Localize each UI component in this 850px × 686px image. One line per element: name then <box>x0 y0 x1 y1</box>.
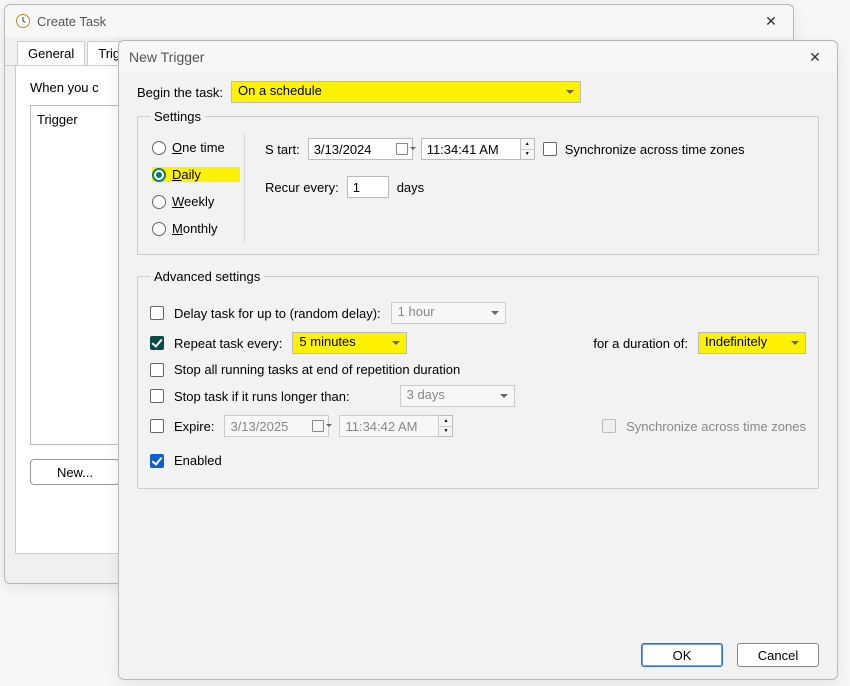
expire-checkbox[interactable] <box>150 419 164 433</box>
clock-icon <box>15 13 31 29</box>
settings-legend: Settings <box>150 109 205 124</box>
radio-icon <box>152 168 166 182</box>
for-duration-value: Indefinitely <box>705 334 767 349</box>
delay-value: 1 hour <box>398 304 435 319</box>
recur-every-input[interactable]: 1 <box>347 176 389 198</box>
advanced-settings-legend: Advanced settings <box>150 269 264 284</box>
begin-task-select[interactable]: On a schedule <box>231 81 581 103</box>
calendar-icon <box>396 143 408 155</box>
radio-icon <box>152 141 166 155</box>
time-spinner[interactable]: ▲▼ <box>521 138 535 160</box>
repeat-every-select[interactable]: 5 minutes <box>292 332 407 354</box>
repeat-checkbox[interactable] <box>150 336 164 350</box>
start-date-input[interactable]: 3/13/2024 <box>308 138 413 160</box>
expire-time-input[interactable]: 11:34:42 AM <box>339 415 439 437</box>
start-time-input[interactable]: 11:34:41 AM <box>421 138 521 160</box>
tab-general[interactable]: General <box>17 41 85 65</box>
new-trigger-window: New Trigger ✕ Begin the task: On a sched… <box>118 40 838 680</box>
enabled-checkbox[interactable] <box>150 454 164 468</box>
new-button[interactable]: New... <box>30 459 120 485</box>
for-duration-select[interactable]: Indefinitely <box>698 332 806 354</box>
sync-tz-label: Synchronize across time zones <box>565 142 745 157</box>
radio-weekly[interactable]: Weekly <box>152 194 240 209</box>
start-time-value: 11:34:41 AM <box>427 142 499 157</box>
new-trigger-body: Begin the task: On a schedule Settings O… <box>119 73 837 501</box>
start-date-value: 3/13/2024 <box>314 142 372 157</box>
time-spinner[interactable]: ▲▼ <box>439 415 453 437</box>
expire-date-value: 3/13/2025 <box>230 419 288 434</box>
calendar-icon <box>312 420 324 432</box>
create-task-title: Create Task <box>37 14 106 29</box>
stop-longer-checkbox[interactable] <box>150 389 164 403</box>
stop-longer-select[interactable]: 3 days <box>400 385 515 407</box>
settings-fieldset: Settings One time Daily Weekly <box>137 109 819 255</box>
begin-task-label: Begin the task: <box>137 85 223 100</box>
expire-sync-label: Synchronize across time zones <box>626 419 806 434</box>
repeat-every-value: 5 minutes <box>299 334 355 349</box>
enabled-label: Enabled <box>174 453 222 468</box>
radio-one-time[interactable]: One time <box>152 140 240 155</box>
create-task-titlebar: Create Task ✕ <box>5 5 793 37</box>
expire-date-input[interactable]: 3/13/2025 <box>224 415 329 437</box>
recur-label: Recur every: <box>265 180 339 195</box>
stop-longer-label: Stop task if it runs longer than: <box>174 389 350 404</box>
expire-label: Expire: <box>174 419 214 434</box>
schedule-radio-group: One time Daily Weekly Monthly <box>150 134 245 242</box>
cancel-button[interactable]: Cancel <box>737 643 819 667</box>
advanced-settings-fieldset: Advanced settings Delay task for up to (… <box>137 269 819 489</box>
stop-all-checkbox[interactable] <box>150 363 164 377</box>
repeat-label: Repeat task every: <box>174 336 282 351</box>
delay-label: Delay task for up to (random delay): <box>174 306 381 321</box>
ok-button[interactable]: OK <box>641 643 723 667</box>
stop-all-label: Stop all running tasks at end of repetit… <box>174 362 460 377</box>
new-trigger-title: New Trigger <box>129 49 204 65</box>
close-icon[interactable]: ✕ <box>803 45 827 69</box>
recur-unit: days <box>397 180 424 195</box>
new-trigger-titlebar: New Trigger ✕ <box>119 41 837 73</box>
expire-time-value: 11:34:42 AM <box>345 419 417 434</box>
dialog-footer: OK Cancel <box>641 643 819 667</box>
expire-sync-checkbox <box>602 419 616 433</box>
start-label: S tart: <box>265 142 300 157</box>
close-icon[interactable]: ✕ <box>759 9 783 33</box>
radio-icon <box>152 222 166 236</box>
radio-daily[interactable]: Daily <box>152 167 240 182</box>
radio-monthly[interactable]: Monthly <box>152 221 240 236</box>
sync-tz-checkbox[interactable] <box>543 142 557 156</box>
for-duration-label: for a duration of: <box>593 336 688 351</box>
begin-task-value: On a schedule <box>238 83 322 98</box>
delay-select[interactable]: 1 hour <box>391 302 506 324</box>
radio-icon <box>152 195 166 209</box>
delay-checkbox[interactable] <box>150 306 164 320</box>
stop-longer-value: 3 days <box>407 387 445 402</box>
